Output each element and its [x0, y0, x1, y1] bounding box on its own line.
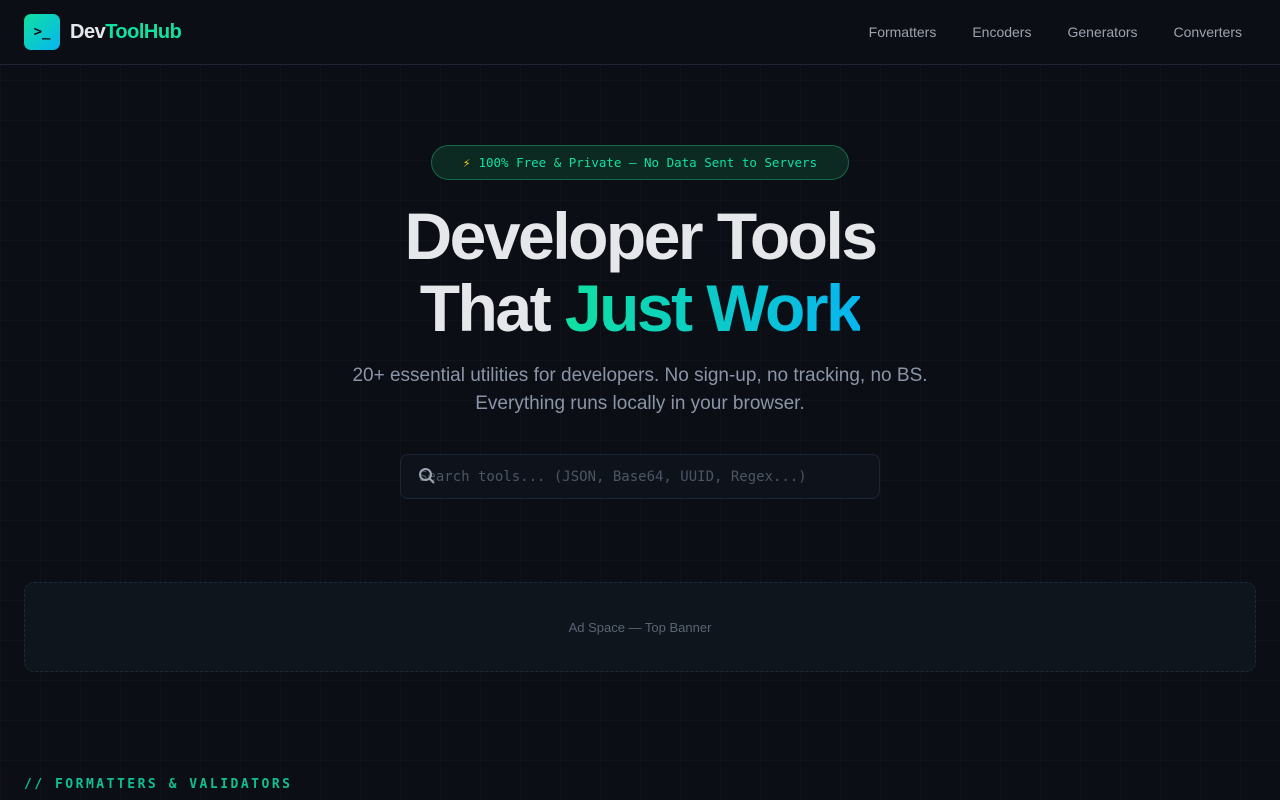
ad-banner: Ad Space — Top Banner	[24, 582, 1256, 672]
hero-subtitle: 20+ essential utilities for developers. …	[0, 362, 1280, 418]
top-nav-bar: >_ DevToolHub Formatters Encoders Genera…	[0, 0, 1280, 65]
brand-part-toolhub: ToolHub	[105, 20, 182, 43]
subtitle-line2: Everything runs locally in your browser.	[475, 393, 805, 414]
search-input[interactable]	[419, 468, 859, 485]
search-icon	[418, 467, 436, 490]
logo-icon[interactable]: >_	[24, 14, 60, 50]
terminal-glyph: >_	[33, 24, 51, 40]
nav-encoders[interactable]: Encoders	[972, 24, 1031, 40]
section-heading: // FORMATTERS & VALIDATORS	[24, 777, 293, 792]
brand-part-dev: Dev	[70, 20, 106, 43]
subtitle-line1: 20+ essential utilities for developers. …	[352, 365, 928, 386]
ad-label: Ad Space — Top Banner	[568, 619, 712, 635]
hero-title-line2: That	[419, 271, 565, 345]
main-nav: Formatters Encoders Generators Converter…	[869, 24, 1242, 40]
lightning-icon: ⚡	[462, 155, 471, 170]
nav-converters[interactable]: Converters	[1174, 24, 1242, 40]
hero-title-line1: Developer Tools	[404, 199, 878, 273]
brand-name[interactable]: DevToolHub	[70, 20, 182, 44]
nav-formatters[interactable]: Formatters	[869, 24, 937, 40]
hero-title-accent: Just Work	[564, 271, 863, 345]
search-box	[400, 454, 880, 499]
nav-generators[interactable]: Generators	[1067, 24, 1137, 40]
privacy-badge: ⚡ 100% Free & Private — No Data Sent to …	[431, 145, 849, 180]
hero-title: Developer Tools That Just Work	[0, 200, 1280, 344]
badge-text: 100% Free & Private — No Data Sent to Se…	[478, 155, 818, 170]
